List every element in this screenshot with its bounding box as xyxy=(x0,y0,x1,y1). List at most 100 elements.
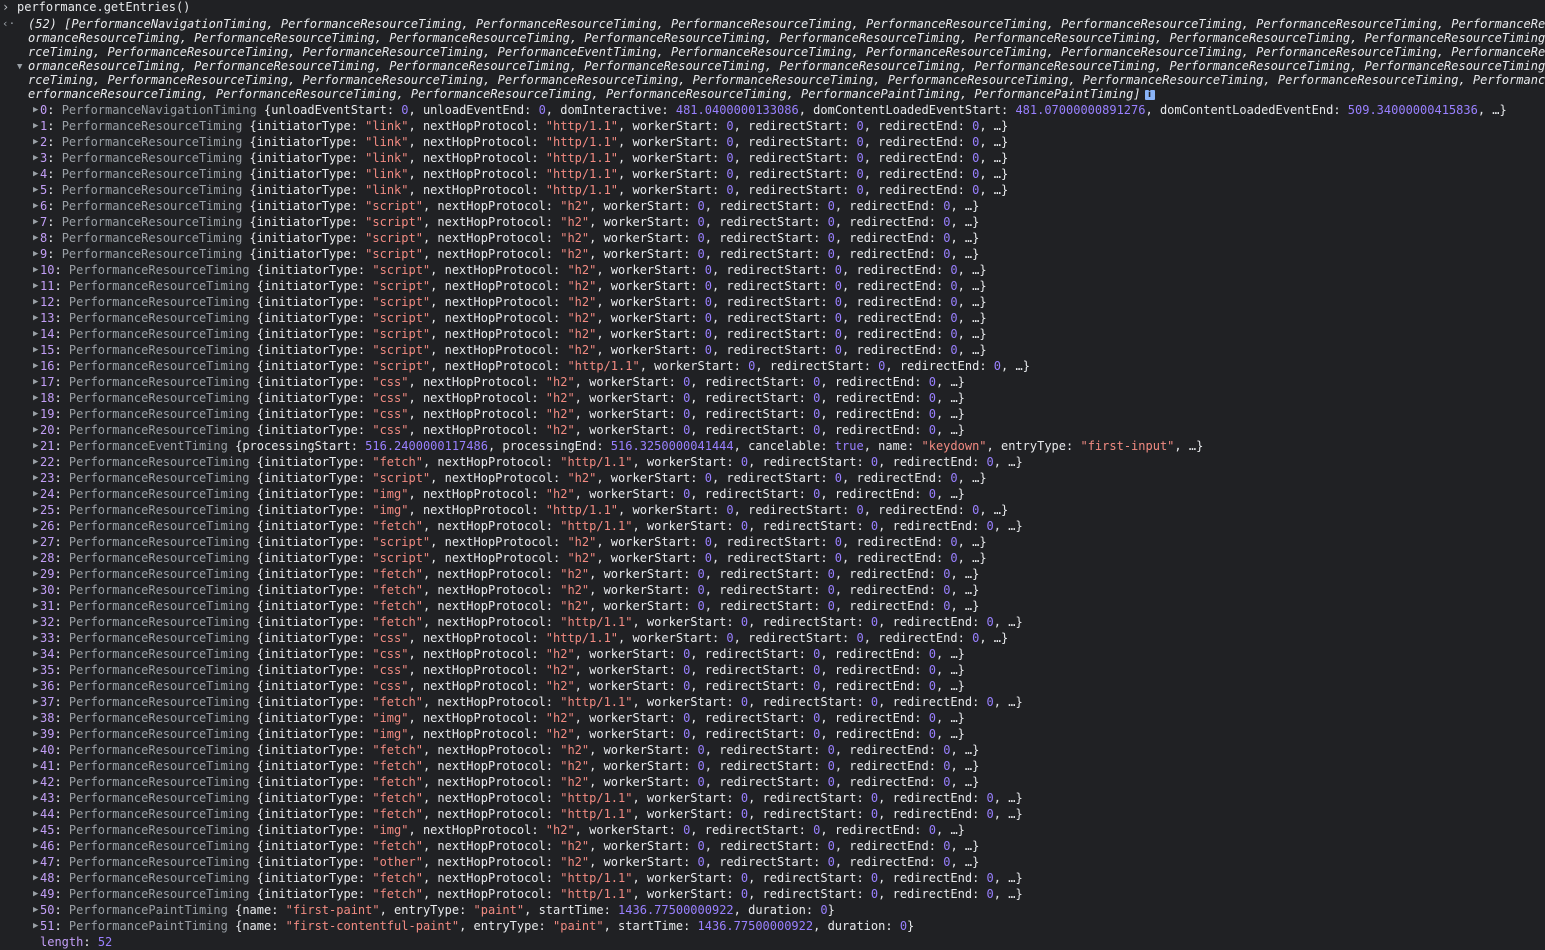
entry-row[interactable]: ▶ 15: PerformanceResourceTiming {initiato… xyxy=(0,343,1545,357)
expand-arrow-icon[interactable]: ▶ xyxy=(33,919,38,933)
entry-row[interactable]: ▶ 14: PerformanceResourceTiming {initiato… xyxy=(0,327,1545,341)
expand-arrow-icon[interactable]: ▶ xyxy=(33,183,38,197)
expand-arrow-icon[interactable]: ▶ xyxy=(33,855,38,869)
expand-arrow-icon[interactable]: ▶ xyxy=(33,503,38,517)
expand-arrow-icon[interactable]: ▶ xyxy=(33,135,38,149)
entry-row[interactable]: ▶ 24: PerformanceResourceTiming {initiato… xyxy=(0,487,1545,501)
expand-arrow-icon[interactable]: ▶ xyxy=(33,279,38,293)
entry-row[interactable]: ▶ 22: PerformanceResourceTiming {initiato… xyxy=(0,455,1545,469)
entry-row[interactable]: ▶ 28: PerformanceResourceTiming {initiato… xyxy=(0,551,1545,565)
expand-arrow-icon[interactable]: ▶ xyxy=(33,871,38,885)
entry-row[interactable]: ▶ 31: PerformanceResourceTiming {initiato… xyxy=(0,599,1545,613)
entry-row[interactable]: ▶ 13: PerformanceResourceTiming {initiato… xyxy=(0,311,1545,325)
expand-arrow-icon[interactable]: ▶ xyxy=(33,359,38,373)
entry-row[interactable]: ▶ 23: PerformanceResourceTiming {initiato… xyxy=(0,471,1545,485)
expand-arrow-icon[interactable]: ▶ xyxy=(33,247,38,261)
entry-row[interactable]: ▶ 25: PerformanceResourceTiming {initiato… xyxy=(0,503,1545,517)
expand-arrow-icon[interactable]: ▶ xyxy=(33,759,38,773)
expand-arrow-icon[interactable]: ▶ xyxy=(33,487,38,501)
entry-row[interactable]: ▶ 19: PerformanceResourceTiming {initiato… xyxy=(0,407,1545,421)
entry-row[interactable]: ▶ 17: PerformanceResourceTiming {initiato… xyxy=(0,375,1545,389)
expand-arrow-icon[interactable]: ▶ xyxy=(33,631,38,645)
entry-row[interactable]: ▶ 3: PerformanceResourceTiming {initiator… xyxy=(0,151,1545,165)
entry-row[interactable]: ▶ 2: PerformanceResourceTiming {initiator… xyxy=(0,135,1545,149)
entry-row[interactable]: ▶ 20: PerformanceResourceTiming {initiato… xyxy=(0,423,1545,437)
expand-arrow-icon[interactable]: ▶ xyxy=(33,663,38,677)
expand-arrow-icon[interactable]: ▶ xyxy=(33,727,38,741)
entry-row[interactable]: ▶ 33: PerformanceResourceTiming {initiato… xyxy=(0,631,1545,645)
entry-row[interactable]: ▶ 48: PerformanceResourceTiming {initiato… xyxy=(0,871,1545,885)
expand-arrow-icon[interactable]: ▶ xyxy=(33,167,38,181)
entry-row[interactable]: ▶ 29: PerformanceResourceTiming {initiato… xyxy=(0,567,1545,581)
expand-arrow-icon[interactable]: ▶ xyxy=(33,519,38,533)
expand-arrow-icon[interactable]: ▶ xyxy=(33,583,38,597)
expand-arrow-icon[interactable]: ▶ xyxy=(33,455,38,469)
entry-row[interactable]: ▶ 37: PerformanceResourceTiming {initiato… xyxy=(0,695,1545,709)
entry-row[interactable]: ▶ 6: PerformanceResourceTiming {initiator… xyxy=(0,199,1545,213)
entry-row[interactable]: ▶ 12: PerformanceResourceTiming {initiato… xyxy=(0,295,1545,309)
entry-row[interactable]: ▶ 9: PerformanceResourceTiming {initiator… xyxy=(0,247,1545,261)
expand-arrow-icon[interactable]: ▶ xyxy=(33,215,38,229)
entry-row[interactable]: ▶ 51: PerformancePaintTiming {name: "firs… xyxy=(0,919,1545,933)
expand-arrow-icon[interactable]: ▶ xyxy=(33,375,38,389)
entry-row[interactable]: ▶ 49: PerformanceResourceTiming {initiato… xyxy=(0,887,1545,901)
expand-arrow-icon[interactable]: ▶ xyxy=(33,775,38,789)
expand-arrow-icon[interactable]: ▶ xyxy=(33,823,38,837)
expand-arrow-icon[interactable]: ▶ xyxy=(33,839,38,853)
expand-arrow-icon[interactable]: ▶ xyxy=(33,423,38,437)
entry-row[interactable]: ▶ 7: PerformanceResourceTiming {initiator… xyxy=(0,215,1545,229)
expand-arrow-icon[interactable]: ▶ xyxy=(33,647,38,661)
expand-arrow-icon[interactable]: ▶ xyxy=(33,615,38,629)
entry-row[interactable]: ▶ 21: PerformanceEventTiming {processingS… xyxy=(0,439,1545,453)
entry-row[interactable]: ▶ 46: PerformanceResourceTiming {initiato… xyxy=(0,839,1545,853)
expand-arrow-icon[interactable]: ▶ xyxy=(33,311,38,325)
expand-arrow-icon[interactable]: ▶ xyxy=(33,567,38,581)
expand-arrow-icon[interactable]: ▶ xyxy=(33,471,38,485)
entry-row[interactable]: ▶ 0: PerformanceNavigationTiming {unloadE… xyxy=(0,103,1545,117)
expand-arrow-icon[interactable]: ▶ xyxy=(33,887,38,901)
info-icon[interactable]: i xyxy=(1144,90,1155,100)
entry-row[interactable]: ▶ 26: PerformanceResourceTiming {initiato… xyxy=(0,519,1545,533)
console-input-line[interactable]: › performance.getEntries() xyxy=(0,0,1545,14)
entry-row[interactable]: ▶ 36: PerformanceResourceTiming {initiato… xyxy=(0,679,1545,693)
entry-row[interactable]: ▶ 5: PerformanceResourceTiming {initiator… xyxy=(0,183,1545,197)
expand-arrow-icon[interactable]: ▶ xyxy=(33,231,38,245)
expand-arrow-icon[interactable]: ▶ xyxy=(33,711,38,725)
summary-line[interactable]: ▼ ormanceResourceTiming, PerformanceResou… xyxy=(0,59,1545,73)
expand-arrow-icon[interactable]: ▶ xyxy=(33,199,38,213)
entry-row[interactable]: ▶ 8: PerformanceResourceTiming {initiator… xyxy=(0,231,1545,245)
expand-arrow-icon[interactable]: ▶ xyxy=(33,327,38,341)
expand-arrow-icon[interactable]: ▶ xyxy=(33,807,38,821)
entry-row[interactable]: ▶ 10: PerformanceResourceTiming {initiato… xyxy=(0,263,1545,277)
summary-line[interactable]: rceTiming, PerformanceResourceTiming, Pe… xyxy=(0,45,1545,59)
entry-row[interactable]: ▶ 34: PerformanceResourceTiming {initiato… xyxy=(0,647,1545,661)
entry-row[interactable]: ▶ 50: PerformancePaintTiming {name: "firs… xyxy=(0,903,1545,917)
expand-arrow-icon[interactable]: ▶ xyxy=(33,903,38,917)
entry-row[interactable]: ▶ 18: PerformanceResourceTiming {initiato… xyxy=(0,391,1545,405)
expand-arrow-icon[interactable]: ▶ xyxy=(33,551,38,565)
expand-arrow-icon[interactable]: ▶ xyxy=(33,791,38,805)
entry-row[interactable]: ▶ 44: PerformanceResourceTiming {initiato… xyxy=(0,807,1545,821)
summary-line[interactable]: ormanceResourceTiming, PerformanceResour… xyxy=(0,31,1545,45)
entry-row[interactable]: ▶ 16: PerformanceResourceTiming {initiato… xyxy=(0,359,1545,373)
expand-arrow-icon[interactable]: ▶ xyxy=(33,119,38,133)
expand-arrow-icon[interactable]: ▶ xyxy=(33,535,38,549)
summary-line[interactable]: rceTiming, PerformanceResourceTiming, Pe… xyxy=(0,73,1545,87)
expand-arrow-icon[interactable]: ▶ xyxy=(33,391,38,405)
summary-line[interactable]: ‹· (52) [PerformanceNavigationTiming, Per… xyxy=(0,17,1545,31)
summary-line[interactable]: erformanceResourceTiming, PerformanceRes… xyxy=(0,87,1545,101)
entry-row[interactable]: ▶ 35: PerformanceResourceTiming {initiato… xyxy=(0,663,1545,677)
expand-arrow-icon[interactable]: ▶ xyxy=(33,439,38,453)
entry-row[interactable]: ▶ 30: PerformanceResourceTiming {initiato… xyxy=(0,583,1545,597)
entry-row[interactable]: ▶ 32: PerformanceResourceTiming {initiato… xyxy=(0,615,1545,629)
entry-row[interactable]: ▶ 45: PerformanceResourceTiming {initiato… xyxy=(0,823,1545,837)
entry-row[interactable]: ▶ 11: PerformanceResourceTiming {initiato… xyxy=(0,279,1545,293)
entry-row[interactable]: ▶ 1: PerformanceResourceTiming {initiator… xyxy=(0,119,1545,133)
expand-arrow-icon[interactable]: ▶ xyxy=(33,743,38,757)
expand-arrow-icon[interactable]: ▶ xyxy=(33,695,38,709)
expand-arrow-icon[interactable]: ▶ xyxy=(33,407,38,421)
entry-row[interactable]: ▶ 4: PerformanceResourceTiming {initiator… xyxy=(0,167,1545,181)
entry-row[interactable]: ▶ 41: PerformanceResourceTiming {initiato… xyxy=(0,759,1545,773)
expand-arrow-icon[interactable]: ▶ xyxy=(33,103,38,117)
expand-triangle-icon[interactable]: ▼ xyxy=(17,60,22,73)
